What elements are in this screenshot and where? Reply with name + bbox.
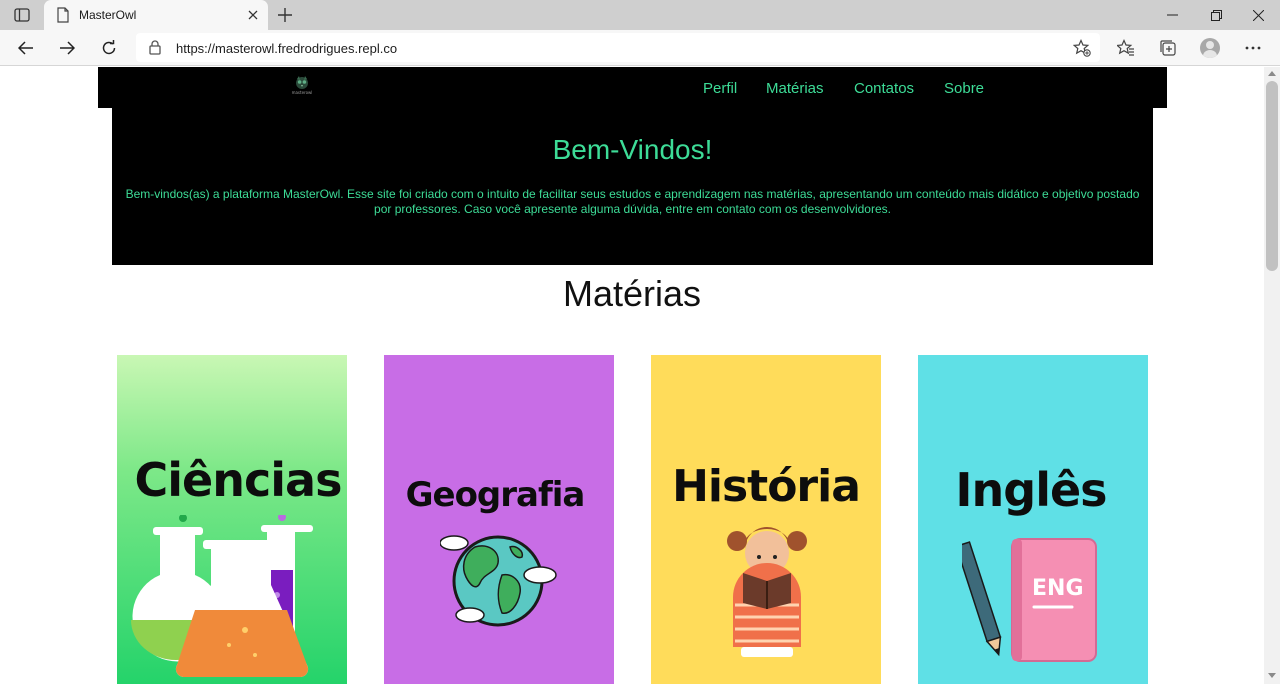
restore-icon[interactable] — [1194, 0, 1238, 30]
back-icon[interactable] — [12, 34, 40, 62]
subjects-heading: Matérias — [562, 273, 702, 314]
svg-text:ENG: ENG — [1032, 576, 1084, 601]
girl-reading-icon — [727, 527, 807, 657]
subject-card-geografia[interactable]: Geografia — [384, 355, 614, 684]
english-book-icon: ENG — [962, 538, 1097, 662]
refresh-icon[interactable] — [95, 34, 123, 62]
lab-flasks-icon — [131, 515, 313, 677]
tab-title: MasterOwl — [79, 8, 137, 22]
nav-link-perfil[interactable]: Perfil — [703, 80, 737, 97]
card-label-ciencias: Ciências — [134, 453, 343, 507]
site-logo[interactable]: masterowl — [287, 76, 317, 98]
url-text: https://masterowl.fredrodrigues.repl.co — [176, 41, 398, 56]
page-scrollbar[interactable] — [1264, 67, 1280, 684]
forward-icon[interactable] — [53, 34, 81, 62]
collections-icon[interactable] — [1154, 34, 1182, 62]
browser-tab[interactable]: MasterOwl — [44, 0, 268, 30]
address-bar[interactable]: https://masterowl.fredrodrigues.repl.co — [136, 33, 1100, 62]
profile-icon[interactable] — [1196, 34, 1224, 62]
card-label-historia: História — [672, 461, 861, 512]
site-navbar: masterowl Perfil Matérias Contatos Sobre — [98, 67, 1167, 108]
browser-tab-strip: MasterOwl — [0, 0, 1280, 30]
subject-card-historia[interactable]: História — [651, 355, 881, 684]
scroll-thumb[interactable] — [1266, 81, 1278, 271]
tab-actions-icon[interactable] — [8, 4, 36, 26]
nav-link-sobre[interactable]: Sobre — [944, 80, 984, 97]
close-window-icon[interactable] — [1236, 0, 1280, 30]
page-viewport: masterowl Perfil Matérias Contatos Sobre… — [0, 67, 1264, 684]
new-tab-icon[interactable] — [274, 4, 296, 26]
nav-link-contatos[interactable]: Contatos — [854, 80, 914, 97]
more-options-icon[interactable] — [1239, 34, 1267, 62]
add-favorite-icon[interactable] — [1070, 36, 1094, 60]
scroll-up-icon[interactable] — [1268, 71, 1276, 76]
welcome-banner: Bem-Vindos! Bem-vindos(as) a plataforma … — [112, 108, 1153, 265]
lock-icon[interactable] — [148, 40, 162, 55]
scroll-down-icon[interactable] — [1268, 673, 1276, 678]
nav-link-materias[interactable]: Matérias — [766, 80, 824, 97]
welcome-title: Bem-Vindos! — [552, 134, 713, 165]
subject-card-ciencias[interactable]: Ciências — [117, 355, 347, 684]
card-label-geografia: Geografia — [405, 475, 586, 515]
minimize-icon[interactable] — [1150, 0, 1194, 30]
subject-card-ingles[interactable]: Inglês ENG — [918, 355, 1148, 684]
avatar — [1200, 38, 1220, 58]
globe-icon — [440, 535, 557, 627]
card-label-ingles: Inglês — [955, 463, 1107, 517]
welcome-text: Bem-vindos(as) a plataforma MasterOwl. E… — [125, 187, 1140, 216]
close-tab-icon[interactable] — [244, 6, 262, 24]
logo-text: masterowl — [291, 90, 313, 95]
favorites-icon[interactable] — [1112, 34, 1140, 62]
page-icon — [57, 7, 69, 23]
browser-toolbar: https://masterowl.fredrodrigues.repl.co — [0, 30, 1280, 66]
